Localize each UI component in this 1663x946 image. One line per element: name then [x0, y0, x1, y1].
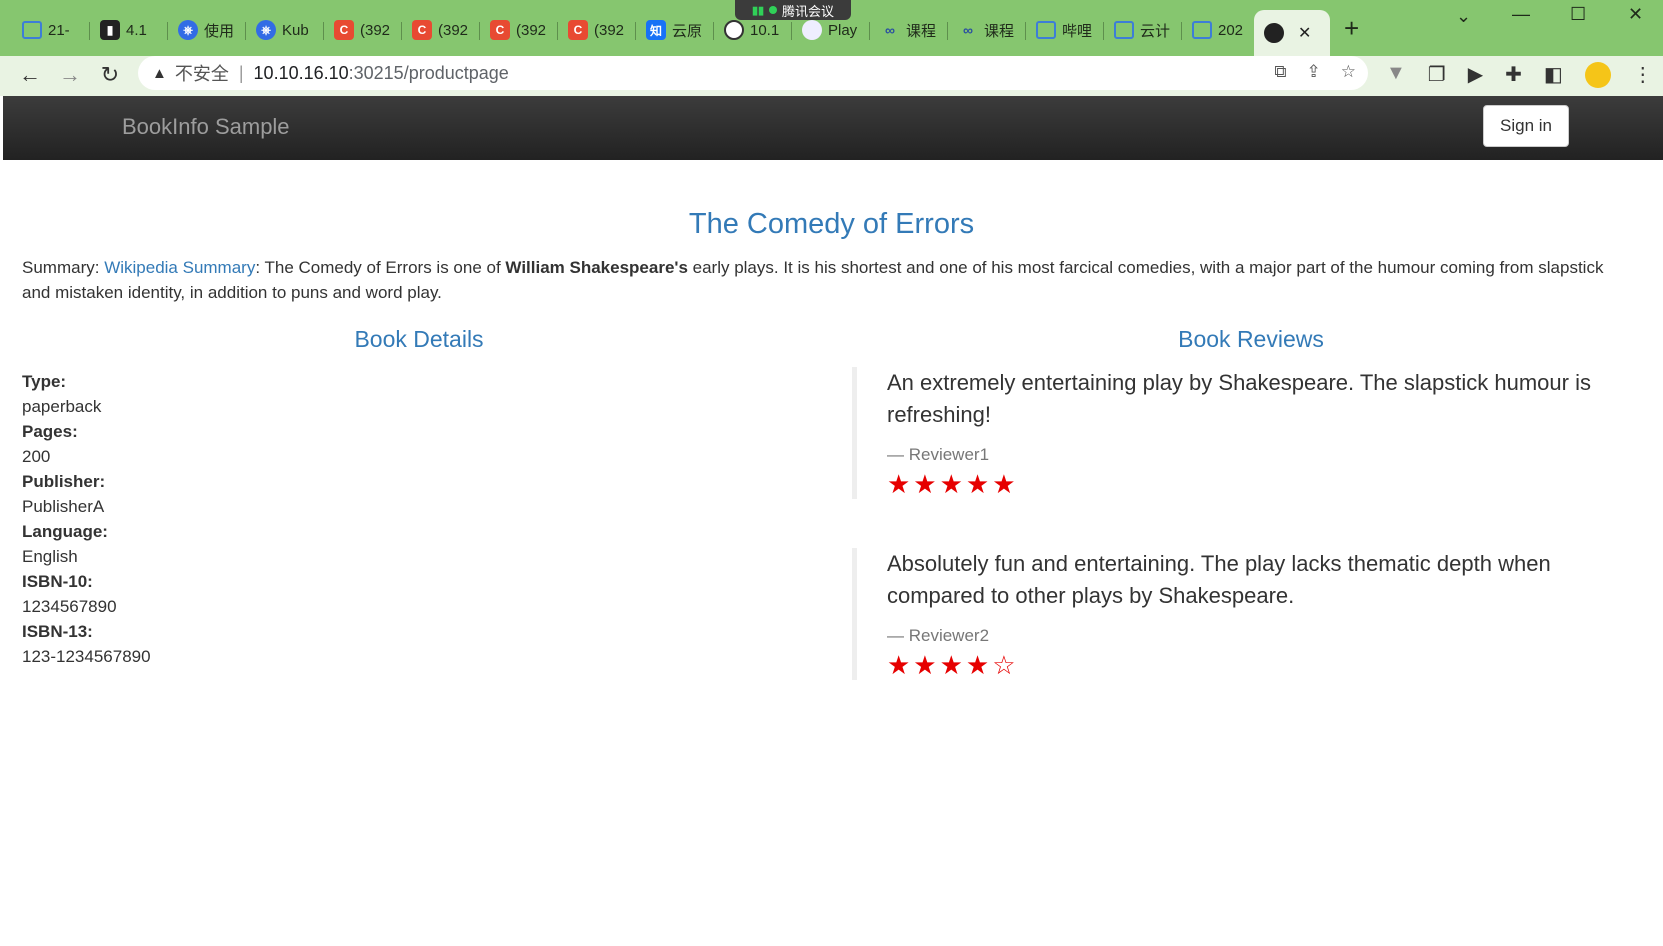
detail-value-publisher: PublisherA — [22, 497, 105, 516]
browser-tab[interactable]: 哔哩 — [1026, 14, 1104, 46]
brand-link[interactable]: BookInfo Sample — [122, 114, 290, 140]
review-text: Absolutely fun and entertaining. The pla… — [887, 551, 1551, 608]
copy-extension-icon[interactable]: ❐ — [1428, 62, 1446, 88]
detail-key-isbn10: ISBN-10: — [22, 572, 93, 591]
new-tab-icon[interactable]: + — [1344, 14, 1359, 42]
kubernetes-icon: ⎈ — [256, 20, 276, 40]
detail-value-isbn13: 123-1234567890 — [22, 647, 151, 666]
book-summary: Summary: Wikipedia Summary: The Comedy o… — [22, 258, 1604, 302]
reload-icon[interactable]: ↻ — [95, 60, 125, 90]
globe-icon — [1264, 23, 1284, 43]
tab-strip: 21- ▮ 4.1 ⎈ 使用 ⎈ Kub C (392 C (392 C (392 C (39… — [0, 0, 1663, 56]
sign-in-button[interactable]: Sign in — [1483, 105, 1569, 147]
github-icon — [724, 20, 744, 40]
url-path: :30215/productpage — [348, 62, 509, 83]
browser-tab[interactable]: ▮ 4.1 — [90, 14, 168, 46]
book-details: Type: paperback Pages: 200 Publisher: Pu… — [22, 369, 151, 669]
calendar-icon — [1036, 21, 1056, 39]
window-close-icon[interactable]: ✕ — [1628, 4, 1643, 25]
play-extension-icon[interactable]: ▶ — [1468, 62, 1483, 88]
zhihu-icon: 知 — [646, 20, 666, 40]
detail-key-language: Language: — [22, 522, 108, 541]
browser-tab[interactable]: ∞ 课程 — [948, 14, 1026, 46]
browser-tab[interactable]: ⎈ 使用 — [168, 14, 246, 46]
detail-value-type: paperback — [22, 397, 102, 416]
book-reviews-heading: Book Reviews — [1178, 326, 1324, 352]
close-tab-icon[interactable]: ✕ — [1298, 23, 1311, 43]
puzzle-icon[interactable]: ✚ — [1505, 62, 1522, 88]
review-card: An extremely entertaining play by Shakes… — [852, 367, 1612, 499]
csdn-icon: C — [412, 20, 432, 40]
address-actions: ⧉ ⇪ ☆ — [1274, 62, 1356, 82]
star-rating: ★★★★★ — [887, 469, 1019, 499]
browser-tab[interactable]: 202 — [1182, 14, 1254, 46]
browser-tab[interactable]: C (392 — [324, 14, 402, 46]
link-icon: ∞ — [885, 22, 895, 38]
meeting-badge: ▮▮ 腾讯会议 — [735, 0, 851, 20]
browser-tab-active[interactable]: ✕ — [1254, 10, 1330, 56]
signal-icon: ▮▮ — [751, 4, 765, 17]
play-icon — [802, 20, 822, 40]
book-details-heading: Book Details — [354, 326, 484, 352]
review-text: An extremely entertaining play by Shakes… — [887, 370, 1591, 427]
browser-tab[interactable]: 知云原 — [636, 14, 714, 46]
menu-icon[interactable]: ⋮ — [1633, 62, 1653, 88]
address-bar[interactable]: ▲ 不安全 | 10.10.16.10:30215/productpage ⧉ … — [138, 56, 1368, 90]
browser-tab[interactable]: ⎈ Kub — [246, 14, 324, 46]
warning-icon: ▲ — [152, 64, 167, 82]
detail-key-publisher: Publisher: — [22, 472, 106, 491]
reviewer-name: — Reviewer2 — [887, 626, 990, 645]
profile-avatar[interactable] — [1584, 62, 1611, 88]
bookmark-star-icon[interactable]: ☆ — [1341, 62, 1356, 82]
wikipedia-summary-link[interactable]: Wikipedia Summary — [104, 258, 255, 277]
browser-tab[interactable]: ∞ 课程 — [870, 14, 948, 46]
book-title: The Comedy of Errors — [688, 208, 975, 240]
detail-key-isbn13: ISBN-13: — [22, 622, 93, 641]
reviewer-name: — Reviewer1 — [887, 445, 990, 464]
forward-icon[interactable]: → — [55, 60, 85, 90]
detail-key-pages: Pages: — [22, 422, 78, 441]
tab-search-icon[interactable]: ⌄ — [1456, 6, 1471, 27]
back-icon[interactable]: ← — [15, 60, 45, 90]
browser-tab[interactable]: C (392 — [558, 14, 636, 46]
maximize-icon[interactable]: ☐ — [1570, 4, 1586, 25]
calendar-icon — [22, 21, 42, 39]
csdn-icon: C — [334, 20, 354, 40]
csdn-icon: C — [490, 20, 510, 40]
site-navbar: BookInfo Sample Sign in — [3, 96, 1663, 160]
csdn-icon: C — [568, 20, 588, 40]
status-dot-icon — [769, 6, 778, 14]
detail-value-pages: 200 — [22, 447, 51, 466]
browser-tab[interactable]: C (392 — [480, 14, 558, 46]
detail-value-isbn10: 1234567890 — [22, 597, 117, 616]
extension-bar: ▼ ❐ ▶ ✚ ◧ ⋮ — [1386, 62, 1653, 88]
sidepanel-icon[interactable]: ◧ — [1544, 62, 1563, 88]
book-icon: ▮ — [100, 20, 120, 40]
detail-key-type: Type: — [22, 372, 67, 391]
detail-value-language: English — [22, 547, 78, 566]
star-rating: ★★★★☆ — [887, 650, 1019, 680]
insecure-label: 不安全 — [174, 64, 229, 84]
share-icon[interactable]: ⇪ — [1307, 62, 1321, 82]
minimize-icon[interactable]: — — [1512, 4, 1530, 25]
browser-tab[interactable]: C (392 — [402, 14, 480, 46]
calendar-icon — [1114, 21, 1134, 39]
url-host: 10.10.16.10 — [253, 62, 349, 83]
browser-tab[interactable]: 21- — [12, 14, 90, 46]
kubernetes-icon: ⎈ — [178, 20, 198, 40]
review-card: Absolutely fun and entertaining. The pla… — [852, 548, 1612, 680]
translate-icon[interactable]: ⧉ — [1274, 62, 1286, 82]
link-icon: ∞ — [963, 22, 973, 38]
vue-extension-icon[interactable]: ▼ — [1386, 62, 1406, 88]
calendar-icon — [1192, 21, 1212, 39]
divider: | — [238, 62, 244, 83]
browser-tab[interactable]: 云计 — [1104, 14, 1182, 46]
